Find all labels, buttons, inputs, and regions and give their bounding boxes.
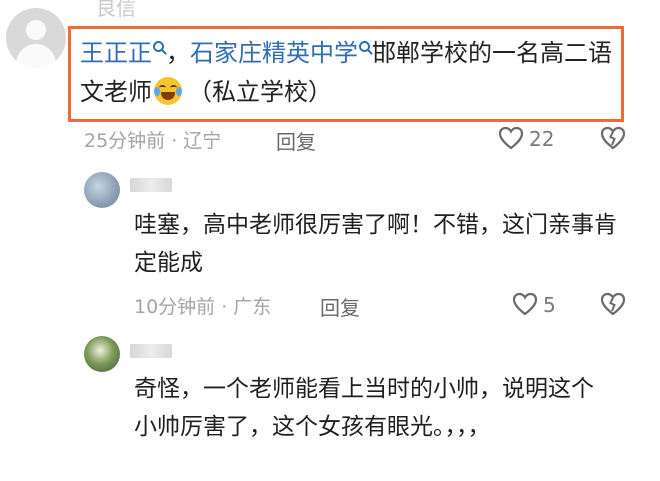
comment-note-text: （私立学校） (188, 78, 332, 106)
comment-text: 王正正 ，石家庄精英中学 邯郸学校的一名高二语文老师 （私立学校） (80, 34, 620, 112)
heart-icon[interactable] (498, 126, 524, 150)
emoji-tear-left (154, 87, 160, 96)
heart-icon[interactable] (512, 292, 538, 316)
like-count: 22 (529, 127, 555, 151)
emoji-tear-right (176, 87, 182, 96)
separator-text: ， (166, 39, 190, 67)
emoji-eye-left (159, 85, 166, 90)
reply-text: 哇塞，高中老师很厉害了啊！不错，这门亲事肯定能成 (134, 212, 617, 276)
reply-avatar[interactable] (84, 172, 120, 208)
search-icon (359, 41, 370, 52)
reply-button[interactable]: 回复 (276, 126, 316, 155)
reply-time-location: 10分钟前 · 广东 (134, 296, 272, 318)
search-icon (153, 41, 164, 52)
mention-link-2[interactable]: 石家庄精英中学 (190, 39, 372, 67)
avatar-head-shape (26, 20, 46, 40)
broken-heart-icon[interactable] (600, 292, 626, 316)
mention-link-1-label: 王正正 (80, 39, 152, 67)
reply-avatar[interactable] (84, 336, 120, 372)
reply-username-blurred[interactable] (130, 178, 172, 192)
laughing-emoji-icon (154, 77, 182, 105)
like-count: 5 (543, 293, 556, 317)
reply-username-blurred[interactable] (130, 344, 172, 358)
avatar-body-shape (16, 44, 56, 68)
comment-time-location: 25分钟前 · 辽宁 (84, 130, 222, 152)
mention-link-1[interactable]: 王正正 (80, 39, 166, 67)
mention-link-2-label: 石家庄精英中学 (190, 39, 358, 67)
user-avatar-default[interactable] (6, 8, 66, 68)
reply-text: 奇怪，一个老师能看上当时的小帅，说明这个小帅厉害了，这个女孩有眼光。，，， (134, 376, 594, 440)
broken-heart-icon[interactable] (600, 126, 626, 150)
emoji-mouth (161, 92, 175, 100)
comment-username[interactable]: 良信 (96, 0, 136, 21)
reply-button[interactable]: 回复 (320, 292, 360, 321)
